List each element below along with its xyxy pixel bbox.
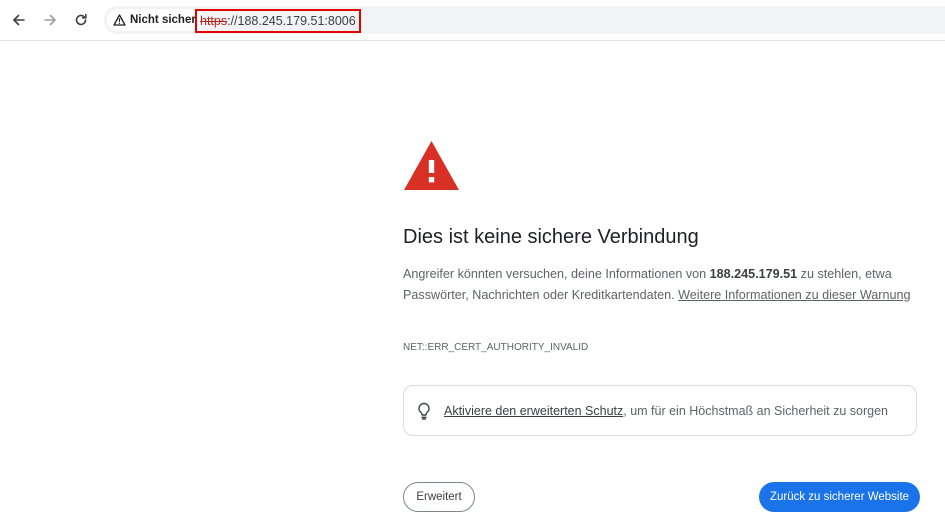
address-bar[interactable]: Nicht sicher https://188.245.179.51:8006	[104, 6, 945, 34]
warning-triangle-icon	[113, 14, 126, 26]
browser-toolbar: Nicht sicher https://188.245.179.51:8006	[0, 0, 945, 41]
warning-description: Angreifer könnten versuchen, deine Infor…	[403, 267, 911, 302]
error-code: NET::ERR_CERT_AUTHORITY_INVALID	[403, 342, 589, 353]
arrow-right-icon	[44, 14, 56, 26]
reload-icon	[75, 13, 87, 26]
url-text[interactable]: https://188.245.179.51:8006	[195, 9, 361, 33]
page-title: Dies ist keine sichere Verbindung	[403, 226, 699, 248]
enhanced-protection-text: , um für ein Höchstmaß an Sicherheit zu …	[623, 403, 888, 418]
arrow-left-icon	[13, 14, 25, 26]
host-address: 188.245.179.51	[709, 267, 798, 281]
enhanced-protection-box: Aktiviere den erweiterten Schutz, um für…	[403, 385, 917, 436]
security-chip-label: Nicht sicher	[130, 14, 196, 26]
forward-button[interactable]	[38, 8, 62, 32]
lightbulb-icon	[418, 402, 430, 420]
url-scheme: https	[200, 14, 228, 28]
learn-more-link[interactable]: Weitere Informationen zu dieser Warnung	[678, 288, 910, 302]
advanced-button[interactable]: Erweitert	[403, 482, 475, 512]
warning-triangle-icon	[404, 141, 459, 190]
security-chip[interactable]: Nicht sicher	[107, 9, 204, 31]
url-host: ://188.245.179.51:8006	[227, 14, 356, 28]
back-button[interactable]	[7, 8, 31, 32]
reload-button[interactable]	[69, 8, 93, 32]
enhanced-protection-link[interactable]: Aktiviere den erweiterten Schutz	[444, 404, 623, 418]
back-to-safety-button[interactable]: Zurück zu sicherer Website	[759, 482, 920, 512]
